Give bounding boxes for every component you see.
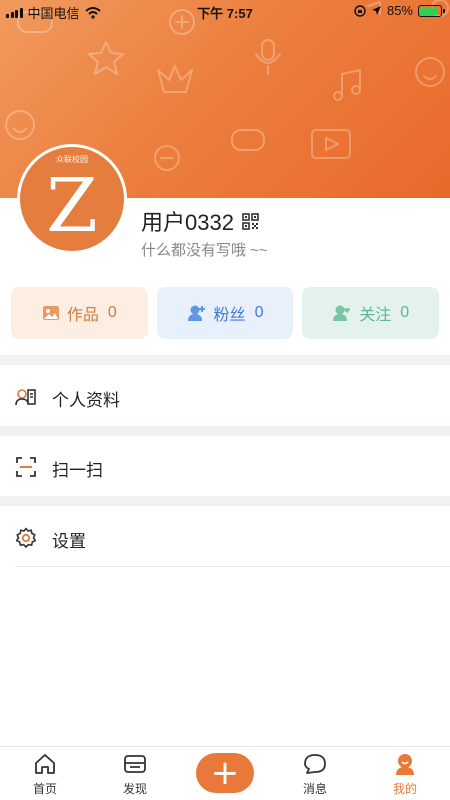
message-icon	[304, 754, 326, 774]
stat-fans[interactable]: 粉丝 0	[156, 287, 294, 339]
battery-icon	[418, 4, 445, 17]
avatar-letter: Z	[46, 163, 98, 249]
tab-me[interactable]: 我的	[360, 747, 450, 800]
menu-divider-line	[15, 566, 450, 567]
stat-fans-label: 粉丝	[213, 307, 246, 324]
profile-card-icon	[15, 389, 36, 406]
stat-works[interactable]: 作品 0	[11, 287, 148, 339]
me-icon	[396, 754, 414, 775]
location-icon	[371, 6, 381, 15]
status-bar: 中国电信 下午 7:57 85%	[0, 0, 450, 22]
stat-works-label: 作品	[66, 307, 99, 324]
section-divider	[0, 426, 450, 436]
bio-text: 什么都没有写哦 ~~	[141, 242, 268, 259]
tab-discover-label: 发现	[122, 782, 147, 796]
user-heart-icon	[333, 305, 351, 321]
stat-fans-count: 0	[254, 304, 264, 321]
section-divider	[0, 496, 450, 506]
tab-discover[interactable]: 发现	[90, 747, 180, 800]
avatar[interactable]: 众联校园 Z	[17, 144, 127, 254]
menu-item-scan-label: 扫一扫	[52, 461, 103, 480]
stat-works-count: 0	[107, 304, 117, 321]
scan-icon	[16, 457, 36, 477]
menu-item-settings[interactable]: 设置	[0, 507, 450, 567]
menu-item-settings-label: 设置	[52, 532, 86, 551]
rotation-lock-icon	[354, 4, 366, 17]
menu-item-profile-label: 个人资料	[52, 391, 120, 410]
user-plus-icon	[187, 305, 205, 321]
qr-code-icon[interactable]	[242, 212, 259, 230]
stat-following-count: 0	[400, 304, 410, 321]
tab-messages[interactable]: 消息	[270, 747, 360, 800]
create-post-button[interactable]: +	[196, 753, 254, 793]
menu-item-scan[interactable]: 扫一扫	[0, 436, 450, 496]
stats-row: 作品 0 粉丝 0 关注 0	[11, 287, 440, 339]
stat-following-label: 关注	[359, 307, 392, 324]
battery-percent: 85%	[386, 3, 413, 18]
gear-icon	[15, 527, 37, 548]
image-icon	[42, 306, 59, 320]
menu-item-profile[interactable]: 个人资料	[0, 366, 450, 426]
stat-following[interactable]: 关注 0	[302, 287, 440, 339]
plus-icon: +	[210, 753, 240, 793]
username: 用户0332	[141, 210, 234, 235]
discover-icon	[124, 755, 146, 773]
tab-me-label: 我的	[392, 782, 417, 796]
section-divider	[0, 355, 450, 365]
tab-home[interactable]: 首页	[0, 747, 90, 800]
tab-messages-label: 消息	[302, 782, 327, 796]
home-icon	[35, 754, 55, 774]
tab-home-label: 首页	[32, 782, 57, 796]
